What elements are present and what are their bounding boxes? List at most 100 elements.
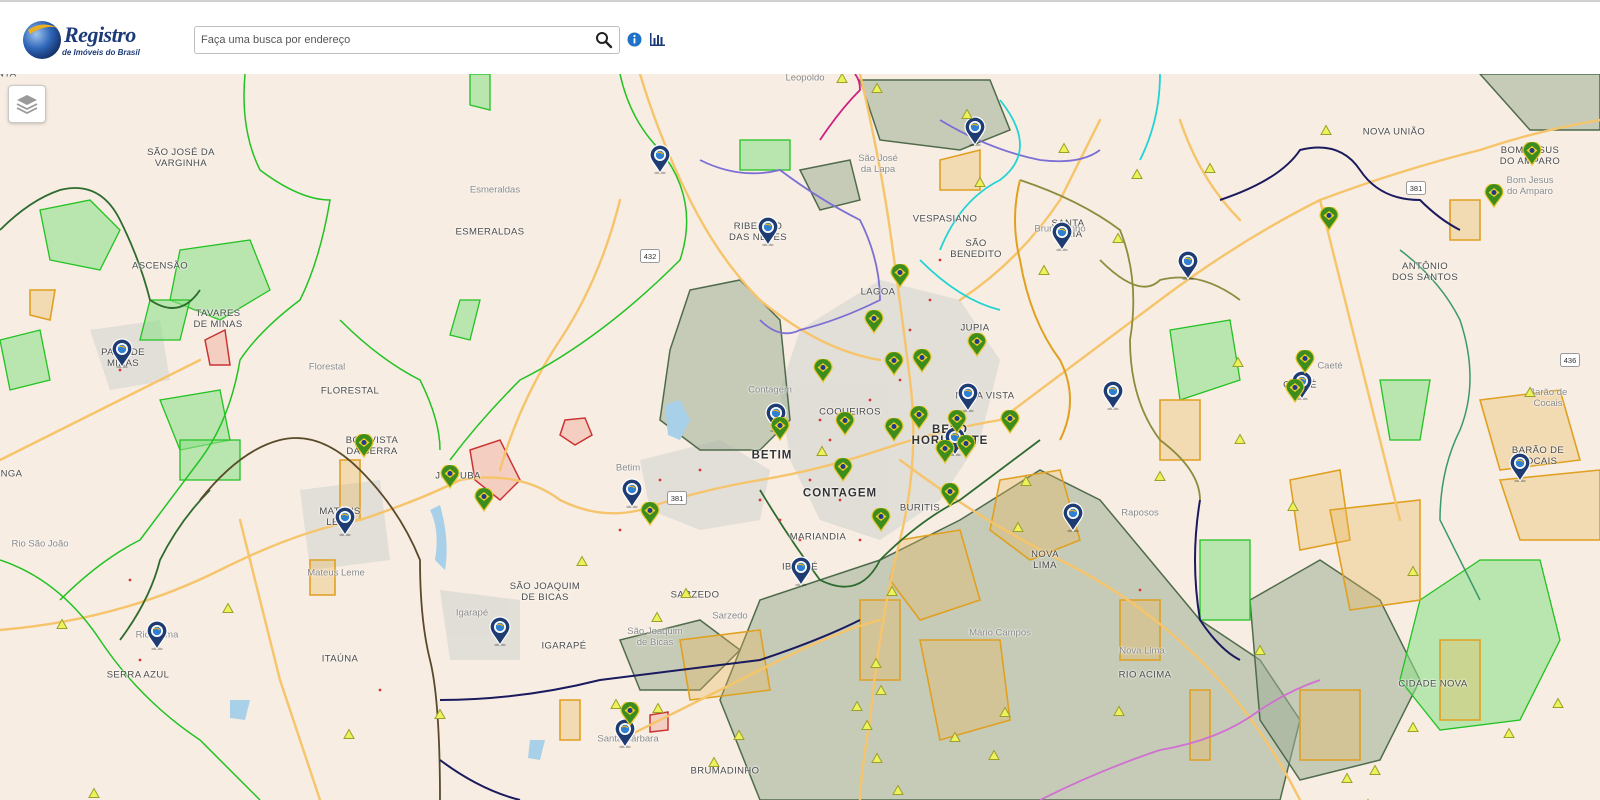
brazil-flag-marker-icon[interactable]	[835, 412, 855, 436]
brazil-flag-marker-icon[interactable]	[1000, 410, 1020, 434]
bar-chart-icon[interactable]	[649, 31, 666, 47]
registry-office-pin-icon[interactable]	[145, 620, 169, 650]
peak-triangle-icon[interactable]	[1038, 264, 1050, 276]
peak-triangle-icon[interactable]	[1012, 521, 1024, 533]
place-label: CONTAGEM	[802, 487, 878, 500]
peak-triangle-icon[interactable]	[871, 82, 883, 94]
registro-logo[interactable]: Registro de Imóveis do Brasil	[22, 16, 152, 62]
brazil-flag-marker-icon[interactable]	[940, 483, 960, 507]
peak-triangle-icon[interactable]	[222, 602, 234, 614]
peak-triangle-icon[interactable]	[870, 657, 882, 669]
registry-office-pin-icon[interactable]	[488, 616, 512, 646]
brazil-flag-marker-icon[interactable]	[1484, 184, 1504, 208]
registry-office-pin-icon[interactable]	[1101, 380, 1125, 410]
peak-triangle-icon[interactable]	[652, 702, 664, 714]
peak-triangle-icon[interactable]	[434, 708, 446, 720]
peak-triangle-icon[interactable]	[1131, 168, 1143, 180]
brazil-flag-marker-icon[interactable]	[864, 310, 884, 334]
peak-triangle-icon[interactable]	[1234, 433, 1246, 445]
peak-triangle-icon[interactable]	[56, 618, 68, 630]
peak-triangle-icon[interactable]	[851, 700, 863, 712]
peak-triangle-icon[interactable]	[1204, 162, 1216, 174]
registry-office-pin-icon[interactable]	[333, 506, 357, 536]
peak-triangle-icon[interactable]	[733, 729, 745, 741]
peak-triangle-icon[interactable]	[836, 74, 848, 84]
brazil-flag-marker-icon[interactable]	[1285, 379, 1305, 403]
search-icon[interactable]	[595, 31, 613, 49]
brazil-flag-marker-icon[interactable]	[890, 264, 910, 288]
registry-office-pin-icon[interactable]	[1050, 221, 1074, 251]
info-icon[interactable]	[627, 32, 642, 47]
peak-triangle-icon[interactable]	[999, 706, 1011, 718]
brazil-flag-marker-icon[interactable]	[884, 418, 904, 442]
peak-triangle-icon[interactable]	[1407, 565, 1419, 577]
peak-triangle-icon[interactable]	[1112, 232, 1124, 244]
brazil-flag-marker-icon[interactable]	[833, 458, 853, 482]
brazil-flag-marker-icon[interactable]	[935, 440, 955, 464]
registry-office-pin-icon[interactable]	[956, 382, 980, 412]
brazil-flag-marker-icon[interactable]	[813, 359, 833, 383]
registry-office-pin-icon[interactable]	[1508, 452, 1532, 482]
peak-triangle-icon[interactable]	[708, 756, 720, 768]
place-label: SÃO JOSÉ DA VARGINHA	[147, 147, 215, 169]
peak-triangle-icon[interactable]	[1341, 772, 1353, 784]
brazil-flag-marker-icon[interactable]	[871, 508, 891, 532]
registry-office-pin-icon[interactable]	[1176, 250, 1200, 280]
peak-triangle-icon[interactable]	[1232, 356, 1244, 368]
brazil-flag-marker-icon[interactable]	[1319, 207, 1339, 231]
brazil-flag-marker-icon[interactable]	[640, 502, 660, 526]
brazil-flag-marker-icon[interactable]	[770, 417, 790, 441]
map-canvas[interactable]: Leopoldo NOVA UNIÃO SÃO JOSÉ DA VARGINHA Sã…	[0, 74, 1600, 800]
peak-triangle-icon[interactable]	[875, 684, 887, 696]
peak-triangle-icon[interactable]	[610, 698, 622, 710]
peak-triangle-icon[interactable]	[680, 587, 692, 599]
peak-triangle-icon[interactable]	[988, 749, 1000, 761]
brazil-flag-marker-icon[interactable]	[354, 434, 374, 458]
peak-triangle-icon[interactable]	[1154, 470, 1166, 482]
brazil-flag-marker-icon[interactable]	[909, 406, 929, 430]
brazil-flag-marker-icon[interactable]	[947, 410, 967, 434]
peak-triangle-icon[interactable]	[1320, 124, 1332, 136]
peak-triangle-icon[interactable]	[576, 555, 588, 567]
brazil-flag-marker-icon[interactable]	[884, 352, 904, 376]
peak-triangle-icon[interactable]	[949, 731, 961, 743]
peak-triangle-icon[interactable]	[886, 585, 898, 597]
app-header: Registro de Imóveis do Brasil	[0, 2, 1600, 74]
brazil-flag-marker-icon[interactable]	[474, 488, 494, 512]
peak-triangle-icon[interactable]	[1369, 764, 1381, 776]
peak-triangle-icon[interactable]	[1503, 727, 1515, 739]
registry-office-pin-icon[interactable]	[756, 216, 780, 246]
registry-office-pin-icon[interactable]	[789, 556, 813, 586]
peak-triangle-icon[interactable]	[871, 752, 883, 764]
peak-triangle-icon[interactable]	[88, 787, 100, 799]
registry-office-pin-icon[interactable]	[963, 116, 987, 146]
brazil-flag-marker-icon[interactable]	[967, 333, 987, 357]
peak-triangle-icon[interactable]	[1020, 475, 1032, 487]
peak-triangle-icon[interactable]	[1552, 697, 1564, 709]
peak-triangle-icon[interactable]	[974, 176, 986, 188]
peak-triangle-icon[interactable]	[1254, 644, 1266, 656]
registry-office-pin-icon[interactable]	[1061, 502, 1085, 532]
brazil-flag-marker-icon[interactable]	[620, 702, 640, 726]
address-search-box[interactable]	[194, 26, 620, 54]
registry-office-pin-icon[interactable]	[110, 338, 134, 368]
address-search-input[interactable]	[201, 31, 581, 49]
brazil-flag-marker-icon[interactable]	[956, 435, 976, 459]
peak-triangle-icon[interactable]	[816, 445, 828, 457]
peak-triangle-icon[interactable]	[1058, 142, 1070, 154]
peak-triangle-icon[interactable]	[861, 719, 873, 731]
brazil-flag-marker-icon[interactable]	[440, 465, 460, 489]
peak-triangle-icon[interactable]	[1287, 500, 1299, 512]
layers-control-button[interactable]	[8, 85, 46, 123]
registry-office-pin-icon[interactable]	[648, 144, 672, 174]
peak-triangle-icon[interactable]	[651, 611, 663, 623]
peak-triangle-icon[interactable]	[1524, 386, 1536, 398]
peak-triangle-icon[interactable]	[343, 728, 355, 740]
brazil-flag-marker-icon[interactable]	[912, 349, 932, 373]
peak-triangle-icon[interactable]	[1407, 721, 1419, 733]
peak-triangle-icon[interactable]	[1113, 705, 1125, 717]
brazil-flag-marker-icon[interactable]	[1522, 142, 1542, 166]
peak-triangle-icon[interactable]	[961, 108, 973, 120]
brazil-flag-marker-icon[interactable]	[1295, 350, 1315, 374]
peak-triangle-icon[interactable]	[892, 784, 904, 796]
